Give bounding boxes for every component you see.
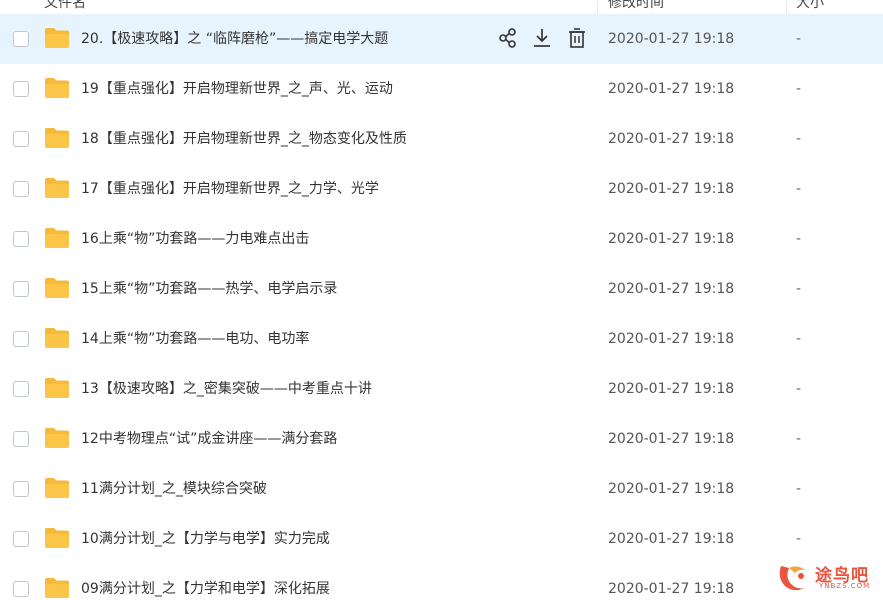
modified-time: 2020-01-27 19:18 bbox=[608, 81, 735, 97]
row-actions bbox=[497, 27, 597, 51]
file-size: - bbox=[796, 381, 802, 397]
row-checkbox[interactable] bbox=[13, 281, 29, 297]
modified-time: 2020-01-27 19:18 bbox=[608, 581, 735, 597]
modified-time: 2020-01-27 19:18 bbox=[608, 181, 735, 197]
modified-time: 2020-01-27 19:18 bbox=[608, 331, 735, 347]
file-size: - bbox=[796, 231, 802, 247]
folder-icon bbox=[45, 528, 69, 548]
row-checkbox[interactable] bbox=[13, 481, 29, 497]
list-item[interactable]: 09满分计划_之【力学和电学】深化拓展 2020-01-27 19:18 - bbox=[0, 564, 883, 600]
folder-icon bbox=[45, 428, 69, 448]
file-size: - bbox=[796, 181, 802, 197]
file-name[interactable]: 17【重点强化】开启物理新世界_之_力学、光学 bbox=[81, 179, 379, 199]
file-size: - bbox=[796, 431, 802, 447]
folder-icon bbox=[45, 78, 69, 98]
row-checkbox[interactable] bbox=[13, 331, 29, 347]
file-name[interactable]: 16上乘“物”功套路——力电难点出击 bbox=[81, 229, 309, 249]
list-item[interactable]: 13【极速攻略】之_密集突破——中考重点十讲 2020-01-27 19:18 … bbox=[0, 364, 883, 414]
file-size: - bbox=[796, 31, 802, 47]
folder-icon bbox=[45, 478, 69, 498]
file-name[interactable]: 12中考物理点“试”成金讲座——满分套路 bbox=[81, 429, 337, 449]
file-size: - bbox=[796, 281, 802, 297]
watermark-url: YNBZS.COM bbox=[819, 582, 871, 590]
folder-icon bbox=[45, 28, 69, 48]
list-item[interactable]: 18【重点强化】开启物理新世界_之_物态变化及性质 2020-01-27 19:… bbox=[0, 114, 883, 164]
row-checkbox[interactable] bbox=[13, 381, 29, 397]
column-header: 文件名 修改时间 大小 bbox=[0, 0, 883, 14]
file-size: - bbox=[796, 81, 802, 97]
share-icon[interactable] bbox=[497, 27, 519, 49]
file-name[interactable]: 14上乘“物”功套路——电功、电功率 bbox=[81, 329, 309, 349]
file-size: - bbox=[796, 131, 802, 147]
row-checkbox[interactable] bbox=[13, 31, 29, 47]
folder-icon bbox=[45, 278, 69, 298]
modified-time: 2020-01-27 19:18 bbox=[608, 431, 735, 447]
list-item[interactable]: 17【重点强化】开启物理新世界_之_力学、光学 2020-01-27 19:18… bbox=[0, 164, 883, 214]
list-item[interactable]: 16上乘“物”功套路——力电难点出击 2020-01-27 19:18 - bbox=[0, 214, 883, 264]
file-name[interactable]: 09满分计划_之【力学和电学】深化拓展 bbox=[81, 579, 330, 599]
modified-time: 2020-01-27 19:18 bbox=[608, 281, 735, 297]
trash-icon[interactable] bbox=[566, 27, 588, 49]
download-icon[interactable] bbox=[531, 27, 553, 49]
modified-time: 2020-01-27 19:18 bbox=[608, 31, 735, 47]
row-checkbox[interactable] bbox=[13, 181, 29, 197]
list-item[interactable]: 10满分计划_之【力学与电学】实力完成 2020-01-27 19:18 - bbox=[0, 514, 883, 564]
list-item[interactable]: 19【重点强化】开启物理新世界_之_声、光、运动 2020-01-27 19:1… bbox=[0, 64, 883, 114]
list-item[interactable]: 14上乘“物”功套路——电功、电功率 2020-01-27 19:18 - bbox=[0, 314, 883, 364]
modified-time: 2020-01-27 19:18 bbox=[608, 231, 735, 247]
bird-logo-icon bbox=[779, 566, 805, 591]
row-checkbox[interactable] bbox=[13, 431, 29, 447]
modified-time: 2020-01-27 19:18 bbox=[608, 381, 735, 397]
file-list-window: 文件名 修改时间 大小 20.【极速攻略】之 “临阵磨枪”——搞定电学大题 20… bbox=[0, 0, 883, 600]
folder-icon bbox=[45, 578, 69, 598]
folder-icon bbox=[45, 228, 69, 248]
modified-time: 2020-01-27 19:18 bbox=[608, 481, 735, 497]
watermark-logo: 途鸟吧 YNBZS.COM bbox=[775, 560, 875, 596]
file-name[interactable]: 11满分计划_之_模块综合突破 bbox=[81, 479, 267, 499]
folder-icon bbox=[45, 128, 69, 148]
modified-time: 2020-01-27 19:18 bbox=[608, 131, 735, 147]
file-name[interactable]: 10满分计划_之【力学与电学】实力完成 bbox=[81, 529, 330, 549]
file-name[interactable]: 20.【极速攻略】之 “临阵磨枪”——搞定电学大题 bbox=[81, 29, 388, 49]
folder-icon bbox=[45, 328, 69, 348]
row-checkbox[interactable] bbox=[13, 581, 29, 597]
list-item[interactable]: 11满分计划_之_模块综合突破 2020-01-27 19:18 - bbox=[0, 464, 883, 514]
file-size: - bbox=[796, 531, 802, 547]
column-divider[interactable] bbox=[597, 0, 598, 14]
file-name[interactable]: 15上乘“物”功套路——热学、电学启示录 bbox=[81, 279, 337, 299]
row-checkbox[interactable] bbox=[13, 531, 29, 547]
list-item[interactable]: 12中考物理点“试”成金讲座——满分套路 2020-01-27 19:18 - bbox=[0, 414, 883, 464]
file-size: - bbox=[796, 331, 802, 347]
file-name[interactable]: 19【重点强化】开启物理新世界_之_声、光、运动 bbox=[81, 79, 393, 99]
modified-time: 2020-01-27 19:18 bbox=[608, 531, 735, 547]
row-checkbox[interactable] bbox=[13, 231, 29, 247]
file-size: - bbox=[796, 481, 802, 497]
file-name[interactable]: 18【重点强化】开启物理新世界_之_物态变化及性质 bbox=[81, 129, 407, 149]
size-column-header[interactable]: 大小 bbox=[796, 0, 824, 12]
row-checkbox[interactable] bbox=[13, 81, 29, 97]
time-column-header[interactable]: 修改时间 bbox=[608, 0, 664, 12]
file-name[interactable]: 13【极速攻略】之_密集突破——中考重点十讲 bbox=[81, 379, 372, 399]
folder-icon bbox=[45, 178, 69, 198]
list-item[interactable]: 15上乘“物”功套路——热学、电学启示录 2020-01-27 19:18 - bbox=[0, 264, 883, 314]
row-checkbox[interactable] bbox=[13, 131, 29, 147]
list-item[interactable]: 20.【极速攻略】之 “临阵磨枪”——搞定电学大题 2020-01-27 19:… bbox=[0, 14, 883, 64]
file-list: 20.【极速攻略】之 “临阵磨枪”——搞定电学大题 2020-01-27 19:… bbox=[0, 14, 883, 600]
column-divider[interactable] bbox=[786, 0, 787, 14]
folder-icon bbox=[45, 378, 69, 398]
name-column-header[interactable]: 文件名 bbox=[44, 0, 86, 12]
